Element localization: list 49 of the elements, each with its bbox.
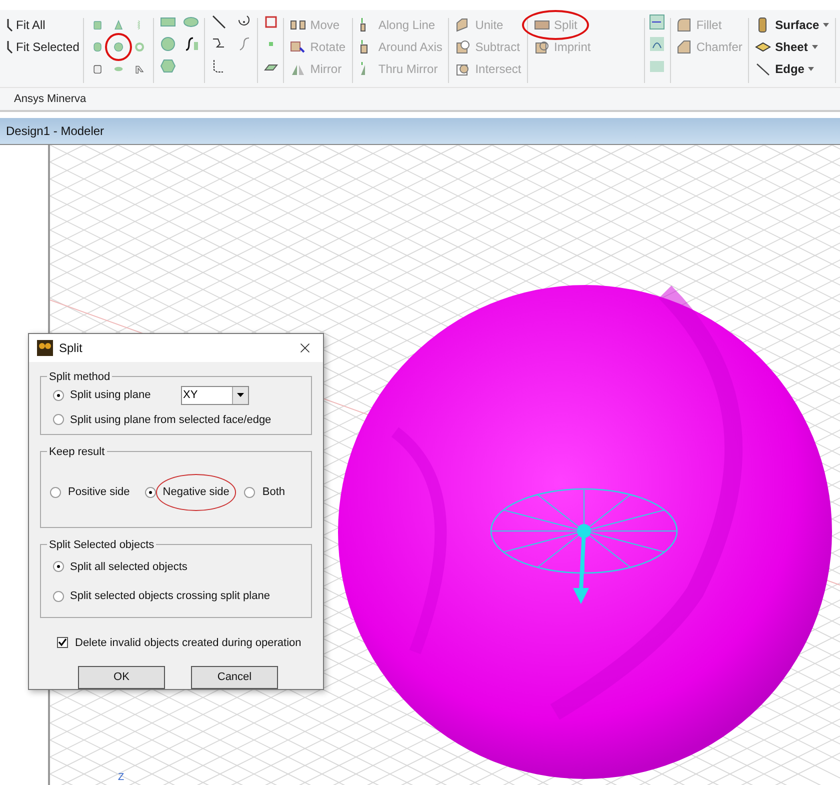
app-logo-icon (37, 340, 53, 356)
rotate-icon[interactable] (290, 39, 306, 55)
radio-button[interactable] (53, 561, 64, 572)
radio-label: Split using plane from selected face/edge (70, 412, 272, 428)
radio-button[interactable] (53, 590, 64, 602)
caret-icon (812, 45, 818, 49)
radio-button[interactable] (144, 486, 156, 498)
ellipse-icon[interactable] (183, 14, 200, 30)
line-icon[interactable] (210, 14, 227, 30)
equation-surface-icon[interactable] (183, 36, 200, 52)
checkbox[interactable] (57, 637, 68, 648)
window-title: Design1 - Modeler (6, 123, 104, 140)
radio-label: Split using plane (70, 388, 151, 403)
tab-strip-label: Ansys Minerva (14, 92, 86, 107)
annotation-ellipse (105, 33, 132, 61)
radio-button[interactable] (50, 486, 61, 498)
subtract-icon[interactable] (455, 39, 472, 55)
group-legend: Keep result (47, 444, 107, 460)
ribbon-button[interactable]: Surface (775, 16, 820, 34)
dialog-button[interactable]: Cancel (191, 666, 278, 689)
fillet-icon[interactable] (676, 17, 692, 33)
radio-label: Positive side (67, 485, 131, 500)
radio-button[interactable] (244, 486, 256, 498)
radio-button[interactable] (53, 390, 64, 400)
imprint-icon[interactable] (534, 39, 550, 55)
sweep-icon[interactable] (648, 36, 665, 52)
chamfer-icon[interactable] (676, 39, 692, 55)
dialog-button[interactable]: OK (78, 666, 165, 689)
axis-label: Z (118, 773, 124, 783)
dropdown-arrow-icon (237, 393, 244, 397)
annotation-ellipse (522, 10, 590, 40)
radio-label: Split selected objects crossing split plane (70, 589, 270, 604)
ribbon-button[interactable]: Sheet (775, 38, 808, 56)
plane-dropdown[interactable]: XY (181, 386, 249, 404)
ribbon-button[interactable]: Fit Selected (16, 38, 80, 56)
radio-label: Negative side (156, 474, 236, 510)
ribbon-button[interactable]: Edge (775, 60, 804, 78)
dialog-title: Split (59, 340, 84, 357)
line-icon[interactable] (755, 61, 772, 77)
caret-icon (808, 67, 814, 71)
ribbon-button[interactable]: Fit All (16, 16, 46, 34)
polygon-icon[interactable] (160, 58, 176, 74)
cube-icon[interactable] (262, 14, 279, 30)
circle-icon[interactable] (160, 36, 176, 52)
caret-icon (823, 23, 830, 27)
radio-button[interactable] (53, 414, 64, 426)
radio-label: Split all selected objects (70, 560, 188, 574)
checkbox-label: Delete invalid objects created during operation (75, 636, 302, 650)
radio-label: Both (261, 485, 286, 500)
